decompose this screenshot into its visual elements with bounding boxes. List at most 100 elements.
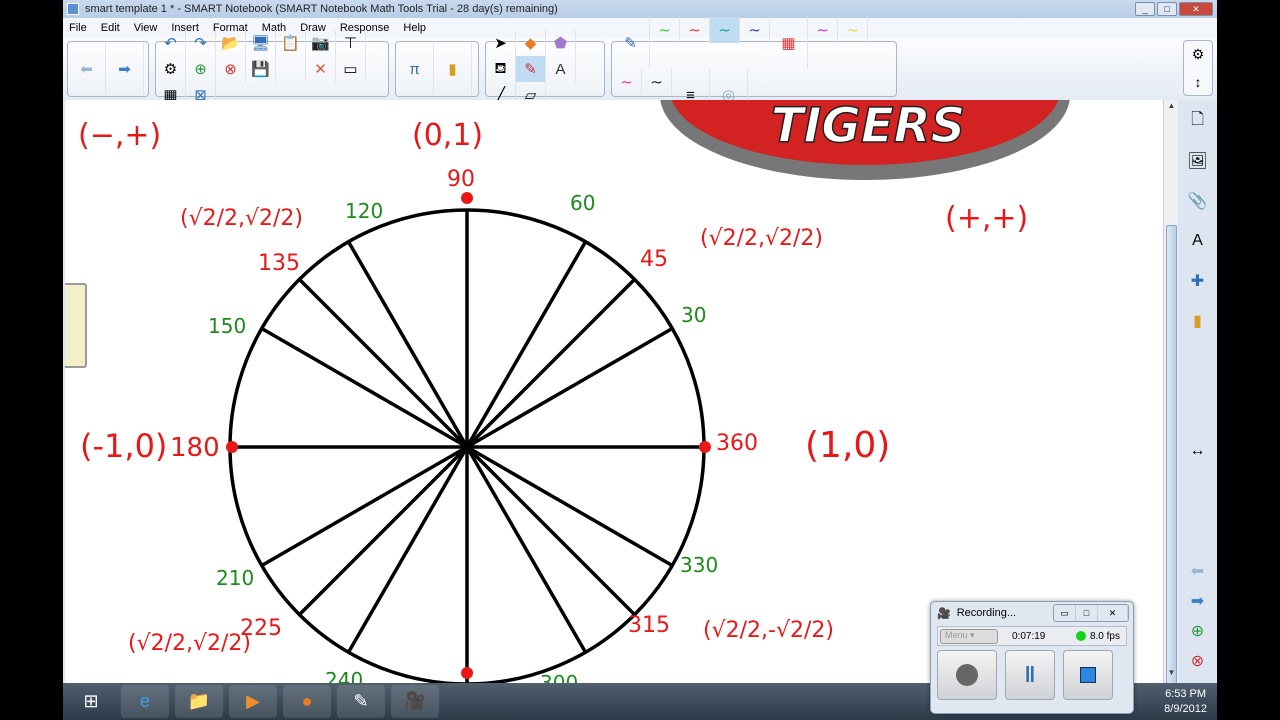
pens-icon[interactable]: ✎ — [516, 56, 546, 82]
pen-style-blue-icon[interactable]: ∼ — [740, 17, 770, 43]
recorder-icon: 🎥 — [937, 607, 951, 620]
recorder-close-button[interactable]: ✕ — [1098, 605, 1128, 621]
page-sorter-icon[interactable]: 🗋 — [1185, 108, 1211, 134]
camera-icon[interactable]: 📷 — [306, 30, 336, 56]
response-icon[interactable]: ▮ — [434, 43, 472, 95]
point-270 — [461, 667, 473, 679]
angle-90: 90 — [447, 167, 475, 192]
scroll-down-icon[interactable]: ▼ — [1165, 668, 1178, 682]
unit-circle-drawing: TIGERS (−,+) (+,+) (0,1) (1,0) (-1,0) (√… — [78, 100, 1070, 683]
recorder-taskbar-icon[interactable]: 🎥 — [391, 685, 439, 718]
menu-view[interactable]: View — [134, 22, 158, 34]
internet-explorer-icon[interactable]: e — [121, 685, 169, 718]
pen-style-magenta-icon[interactable]: ∼ — [612, 69, 642, 95]
stop-button[interactable] — [1063, 650, 1113, 700]
open-folder-icon[interactable]: 📂 — [216, 30, 246, 56]
gear-icon[interactable]: ⚙ — [1192, 46, 1205, 63]
pen-style-black-icon[interactable]: ∼ — [642, 69, 672, 95]
document-camera-icon[interactable]: ⊤ — [336, 30, 366, 56]
attachments-icon[interactable]: 📎 — [1185, 188, 1211, 214]
coord-45: (√2/2,√2/2) — [700, 226, 823, 251]
minimize-button[interactable]: _ — [1135, 2, 1155, 16]
next-page-icon[interactable]: ➡ — [1185, 588, 1211, 614]
recorder-menu-dropdown[interactable]: Menu ▾ — [940, 628, 998, 644]
shapes-icon[interactable]: ◆ — [516, 30, 546, 56]
forward-arrow-icon[interactable]: ➡ — [106, 43, 144, 95]
add-page-icon[interactable]: ⊕ — [186, 56, 216, 82]
recorder-minimize-button[interactable]: ▭ — [1054, 605, 1076, 621]
point-180 — [226, 441, 238, 453]
pen-style-teal-icon[interactable]: ∼ — [710, 17, 740, 43]
point-left-coord: (-1,0) — [80, 427, 167, 465]
delete-page-icon[interactable]: ⊗ — [1185, 648, 1211, 674]
paste-icon[interactable]: 📋 — [276, 30, 306, 56]
delete-page-icon[interactable]: ⊗ — [216, 56, 246, 82]
angle-315: 315 — [628, 613, 670, 638]
angle-30: 30 — [681, 303, 706, 327]
recording-widget: 🎥 Recording... ▭ □ ✕ Menu ▾ 0:07:19 8.0 fps… — [930, 601, 1134, 714]
coord-315: (√2/2,-√2/2) — [703, 618, 834, 643]
magic-pen-icon[interactable]: ⬟ — [546, 30, 576, 56]
menu-file[interactable]: File — [69, 22, 87, 34]
menu-help[interactable]: Help — [403, 22, 426, 34]
start-button[interactable]: ⊞ — [67, 685, 115, 718]
response-tab-icon[interactable]: ▮ — [1185, 308, 1211, 334]
math-pi-icon[interactable]: π — [396, 43, 434, 95]
pen-style-red-icon[interactable]: ∼ — [680, 17, 710, 43]
vertical-scrollbar[interactable]: ▲ ▼ — [1163, 100, 1178, 695]
pen-icon[interactable]: ✎ — [612, 17, 650, 69]
angle-60: 60 — [570, 191, 595, 215]
close-button[interactable]: ✕ — [1179, 2, 1213, 16]
file-explorer-icon[interactable]: 📁 — [175, 685, 223, 718]
compass-icon[interactable]: ⚙ — [156, 56, 186, 82]
scroll-up-icon[interactable]: ▲ — [1165, 101, 1178, 115]
clock[interactable]: 6:53 PM 8/9/2012 — [1164, 687, 1217, 717]
firefox-icon[interactable]: ● — [283, 685, 331, 718]
addons-icon[interactable]: ✚ — [1185, 268, 1211, 294]
screen-display-icon[interactable]: 🖥 — [246, 30, 276, 56]
pause-button[interactable]: ‖ — [1005, 650, 1055, 700]
angle-135: 135 — [258, 251, 300, 276]
add-page-icon[interactable]: ⊕ — [1185, 618, 1211, 644]
expand-horizontal-icon[interactable]: ↔ — [1185, 438, 1211, 464]
angle-360: 360 — [716, 431, 758, 456]
angle-330: 330 — [680, 553, 718, 577]
record-button[interactable] — [937, 650, 997, 700]
pen-style-green-icon[interactable]: ∼ — [650, 17, 680, 43]
media-player-icon[interactable]: ▶ — [229, 685, 277, 718]
angle-45: 45 — [640, 247, 668, 272]
toolbar: ⬅ ➡ ↶ ↷ 📂 🖥 📋 📷 ⊤ ⚙ ⊕ ⊗ 💾 ✕ ▭ ▦ ⊠ π ▮ ➤ … — [63, 17, 1217, 121]
scroll-thumb[interactable] — [1166, 225, 1177, 695]
color-palette-icon[interactable]: ▦ — [770, 17, 808, 69]
move-toolbar-icon[interactable]: ↕ — [1195, 74, 1202, 90]
screen-shade-icon[interactable]: ▭ — [336, 56, 366, 82]
recorder-restore-button[interactable]: □ — [1076, 605, 1098, 621]
page-sorter-tab[interactable] — [65, 283, 87, 368]
redo-icon[interactable]: ↷ — [186, 30, 216, 56]
smart-notebook-window: smart template 1 * - SMART Notebook (SMA… — [63, 0, 1217, 695]
text-icon[interactable]: A — [546, 56, 576, 82]
angle-300: 300 — [540, 671, 578, 683]
coord-135: (√2/2,√2/2) — [180, 206, 303, 231]
menu-edit[interactable]: Edit — [101, 22, 120, 34]
select-arrow-icon[interactable]: ➤ — [486, 30, 516, 56]
properties-icon[interactable]: A — [1185, 228, 1211, 254]
spacer-icon — [276, 56, 306, 82]
back-arrow-icon[interactable]: ⬅ — [68, 43, 106, 95]
undo-icon[interactable]: ↶ — [156, 30, 186, 56]
pen-style-purple-icon[interactable]: ∼ — [808, 17, 838, 43]
previous-page-icon[interactable]: ⬅ — [1185, 558, 1211, 584]
maximize-button[interactable]: □ — [1157, 2, 1177, 16]
angle-150: 150 — [208, 314, 246, 338]
side-tabs: 🗋 🖼 📎 A ✚ ▮ ↔ ⬅ ➡ ⊕ ⊗ — [1178, 100, 1217, 683]
save-icon[interactable]: 💾 — [246, 56, 276, 82]
delete-icon[interactable]: ✕ — [306, 56, 336, 82]
pause-icon: ‖ — [1024, 662, 1036, 687]
pen-style-yellow-icon[interactable]: ∼ — [838, 17, 868, 43]
logo-text: TIGERS — [771, 100, 965, 154]
gallery-icon[interactable]: 🖼 — [1185, 148, 1211, 174]
whiteboard-canvas[interactable]: TIGERS (−,+) (+,+) (0,1) (1,0) (-1,0) (√… — [65, 100, 1163, 683]
fill-icon[interactable]: ⛾ — [486, 56, 516, 82]
angle-225: 225 — [240, 616, 282, 641]
smart-notebook-taskbar-icon[interactable]: ✎ — [337, 685, 385, 718]
